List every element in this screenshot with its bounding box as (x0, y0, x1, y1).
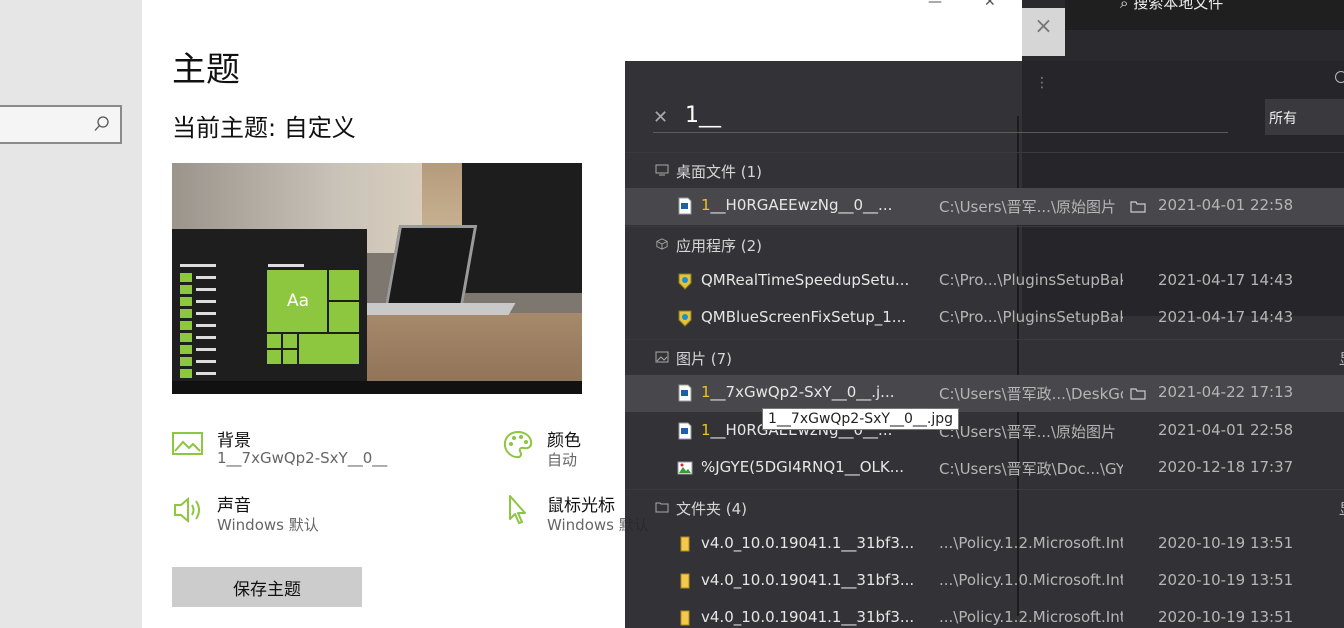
speaker-icon (174, 496, 200, 524)
category-desktop-files: 桌面文件 (1) (625, 152, 1344, 188)
result-path: C:\Users\晋军政...\DeskGo (939, 385, 1123, 403)
result-row[interactable]: 1__7xGwQp2-SxY__0__.j... C:\Users\晋军政...… (625, 375, 1344, 412)
search-icon: ⌕ (1120, 0, 1129, 12)
result-name: __H0RGAEEwzNg__0__... (710, 196, 893, 214)
result-row[interactable]: 1__H0RGAEEwzNg__0__... C:\Users\晋军...\原始… (625, 188, 1344, 225)
result-name: v4.0_10.0.19041.1__31bf3... (701, 608, 915, 626)
result-path: ...\Policy.1.2.Microsoft.Inte (939, 534, 1123, 552)
filename-tooltip: 1__7xGwQp2-SxY__0__.jpg (762, 408, 960, 430)
theme-preview: Aa (172, 163, 582, 394)
result-date: 2021-04-22 17:13 (1158, 383, 1294, 401)
result-name-match: 1 (701, 421, 711, 439)
save-theme-button[interactable]: 保存主题 (172, 567, 362, 607)
category-label: 应用程序 (2) (676, 237, 763, 255)
result-name: QMBlueScreenFixSetup_1... (701, 308, 907, 326)
background-value: 1__7xGwQp2-SxY__0__ (217, 449, 388, 467)
color-label: 颜色 (547, 431, 581, 451)
result-name: %JGYE(5DGI4RNQ1__OLK... (701, 458, 905, 476)
result-path: C:\Users\晋军政\Doc...\GY (939, 460, 1123, 478)
result-path: C:\Pro...\PluginsSetupBak (939, 308, 1123, 326)
result-row[interactable]: v4.0_10.0.19041.1__31bf3... ...\Policy.1… (625, 600, 1344, 628)
result-path: ...\Policy.1.0.Microsoft.Inte (939, 571, 1123, 589)
result-date: 2021-04-17 14:43 (1158, 271, 1294, 289)
image-icon (655, 351, 669, 363)
close-icon[interactable]: ✕ (984, 0, 996, 10)
result-row[interactable]: v4.0_10.0.19041.1__31bf3... ...\Policy.1… (625, 563, 1344, 600)
search-overlay: ⋮ ✕ 1__ 所有 桌面文件 (1) 1__H0RGAEEwzNg__0__.… (625, 61, 1344, 628)
show-more-link[interactable]: 显 (1339, 348, 1344, 369)
result-name: v4.0_10.0.19041.1__31bf3... (701, 534, 915, 552)
folder-icon (680, 536, 690, 552)
page-title: 主题 (172, 50, 240, 90)
filter-dropdown[interactable]: 所有 (1265, 99, 1344, 135)
sound-value: Windows 默认 (217, 516, 319, 534)
current-theme-label: 当前主题: 自定义 (172, 114, 356, 142)
picture-file-icon (677, 461, 693, 475)
search-query-input[interactable]: 1__ (685, 103, 721, 128)
category-pictures: 图片 (7) 显 (625, 339, 1344, 375)
color-value: 自动 (547, 451, 578, 469)
category-label: 文件夹 (4) (676, 500, 748, 518)
document-icon (678, 384, 692, 402)
image-icon (172, 432, 203, 455)
result-date: 2020-10-19 13:51 (1158, 571, 1294, 589)
search-icon (94, 116, 109, 131)
result-date: 2021-04-01 22:58 (1158, 196, 1294, 214)
palette-icon (503, 430, 533, 459)
background-window-search-label: 搜索本地文件 (1133, 0, 1224, 12)
result-date: 2021-04-01 22:58 (1158, 421, 1294, 439)
app-icon (678, 310, 692, 327)
app-icon (678, 273, 692, 290)
folder-icon (680, 573, 690, 589)
result-row[interactable]: %JGYE(5DGI4RNQ1__OLK... C:\Users\晋军政\Doc… (625, 450, 1344, 487)
result-name: QMRealTimeSpeedupSetu... (701, 271, 910, 289)
settings-search-input[interactable] (0, 105, 122, 144)
background-label: 背景 (217, 431, 251, 451)
result-date: 2020-10-19 13:51 (1158, 608, 1294, 626)
document-icon (678, 422, 692, 440)
result-row[interactable]: QMRealTimeSpeedupSetu... C:\Pro...\Plugi… (625, 263, 1344, 300)
result-row[interactable]: v4.0_10.0.19041.1__31bf3... ...\Policy.1… (625, 526, 1344, 563)
result-path: C:\Users\晋军...\原始图片 (939, 423, 1116, 441)
result-name-match: 1 (701, 383, 711, 401)
background-window-search[interactable]: ⌕ 搜索本地文件 (1120, 0, 1223, 13)
category-applications: 应用程序 (2) (625, 226, 1344, 262)
settings-nav-pane (0, 0, 142, 628)
result-date: 2020-10-19 13:51 (1158, 534, 1294, 552)
monitor-icon (655, 164, 669, 176)
result-row[interactable]: QMBlueScreenFixSetup_1... C:\Pro...\Plug… (625, 300, 1344, 337)
more-icon[interactable]: ⋮ (1035, 75, 1049, 91)
result-name: v4.0_10.0.19041.1__31bf3... (701, 571, 915, 589)
result-path: ...\Policy.1.2.Microsoft.Inte (939, 608, 1123, 626)
result-name-match: 1 (701, 196, 711, 214)
cube-icon (656, 238, 668, 250)
cursor-icon (509, 495, 526, 524)
start-menu-preview: Aa (172, 229, 367, 394)
sound-label: 声音 (217, 496, 251, 516)
result-path: C:\Users\晋军...\原始图片 (939, 198, 1116, 216)
show-more-link[interactable]: 显 (1339, 498, 1344, 519)
minimize-icon[interactable]: — (928, 0, 942, 10)
folder-icon (655, 502, 669, 513)
folder-icon (680, 610, 690, 626)
category-label: 图片 (7) (676, 350, 733, 368)
result-row[interactable]: 1__H0RGAEEwzNg__0__... C:\Users\晋军...\原始… (625, 413, 1344, 450)
result-date: 2020-12-18 17:37 (1158, 458, 1294, 476)
category-folders: 文件夹 (4) 显 (625, 489, 1344, 525)
close-icon[interactable]: × (1022, 8, 1065, 56)
category-label: 桌面文件 (1) (676, 163, 763, 181)
open-folder-icon[interactable] (1130, 387, 1146, 400)
open-folder-icon[interactable] (1130, 200, 1146, 213)
result-path: C:\Pro...\PluginsSetupBak (939, 271, 1123, 289)
result-name: __7xGwQp2-SxY__0__.j... (710, 383, 895, 401)
result-date: 2021-04-17 14:43 (1158, 308, 1294, 326)
preview-tile-text: Aa (286, 291, 310, 311)
search-circle-icon[interactable] (1335, 71, 1344, 83)
clear-search-icon[interactable]: ✕ (653, 107, 668, 128)
cursor-label: 鼠标光标 (547, 496, 615, 516)
document-icon (678, 197, 692, 215)
